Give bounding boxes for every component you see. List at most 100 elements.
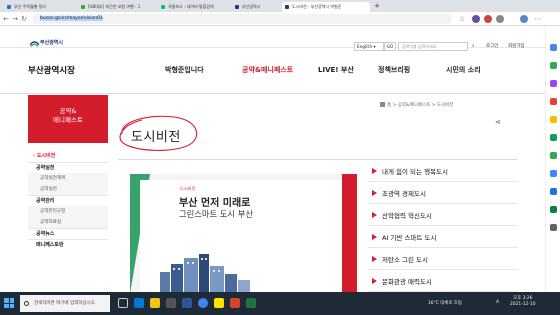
side-panel-add-icon[interactable] — [550, 224, 557, 231]
vision-item[interactable]: 저탄소 그린 도시 — [368, 248, 518, 270]
browser-tab-4[interactable]: 부산광역시 — [232, 2, 280, 12]
arrow-right-icon — [372, 234, 377, 240]
clock-date: 2021-12-10 — [510, 302, 536, 307]
taskbar-search-input[interactable]: 검색하려면 여기에 입력하십시오. — [20, 295, 110, 312]
side-menu-title-line: 매니페스토 — [53, 116, 83, 124]
taskbar-clock[interactable]: 오후 3:26 2021-12-10 — [510, 296, 536, 308]
side-submenu-item[interactable]: 공약실천계획 — [28, 173, 108, 184]
browser-tab-2[interactable]: [UB대부] 피곤한 보험 여행 - 1 — [78, 2, 156, 12]
vision-banner: 도시비전 부산 먼저 미래로 그린스마트 도시 부산 — [130, 174, 357, 292]
arrow-right-icon — [372, 278, 377, 284]
profile-avatar[interactable] — [520, 15, 528, 23]
side-submenu: 공약관리규정 공약자료실 — [28, 206, 108, 228]
vision-item-label: 초광역 경제도시 — [382, 190, 426, 198]
tab-favicon-icon — [285, 5, 289, 9]
side-panel-app-icon[interactable] — [550, 98, 557, 105]
vision-item[interactable]: 초광역 경제도시 — [368, 182, 518, 204]
nav-item-live[interactable]: LIVE! 부산 — [318, 65, 354, 75]
ime-indicator[interactable]: A — [496, 300, 499, 305]
site-logo-text[interactable]: 부산광역시 — [40, 39, 63, 46]
forward-icon[interactable]: → — [11, 15, 19, 23]
side-panel-app-icon[interactable] — [550, 116, 557, 123]
address-bar: ← → ↻ busan.go.kr/mayor/vision01 ☆ ⋯ — [0, 12, 560, 26]
vision-item[interactable]: 문화관광 매력도시 — [368, 270, 518, 292]
reload-icon[interactable]: ↻ — [20, 15, 28, 23]
vision-list: 내게 힘이 되는 행복도시 초광역 경제도시 산학협력 혁신도시 AI 기반 스… — [368, 160, 518, 292]
side-menu-item[interactable]: 매니페스토란 — [28, 239, 108, 250]
vision-item-label: 문화관광 매력도시 — [382, 278, 432, 286]
utility-bar: 부산광역시 English ▾ GO 검색어를 입력하세요 ⌕ 로그인 회원가입 — [0, 26, 545, 51]
arrow-right-icon — [372, 190, 377, 196]
vision-item[interactable]: 내게 힘이 되는 행복도시 — [368, 160, 518, 182]
nav-item-briefing[interactable]: 정책브리핑 — [378, 65, 410, 75]
website: 부산광역시 English ▾ GO 검색어를 입력하세요 ⌕ 로그인 회원가입… — [0, 26, 545, 292]
windows-start-icon[interactable] — [4, 298, 14, 308]
side-submenu-item[interactable]: 공약관리규정 — [28, 206, 108, 217]
tab-label: 곡물보고 - 네이버 통합검색 — [168, 4, 214, 9]
file-explorer-icon[interactable] — [150, 298, 160, 308]
side-panel-app-icon[interactable] — [550, 206, 557, 213]
busan-logo-icon[interactable] — [30, 39, 39, 47]
back-icon[interactable]: ← — [2, 15, 10, 23]
bookmark-star-icon[interactable]: ☆ — [458, 15, 466, 23]
side-panel-app-icon[interactable] — [550, 152, 557, 159]
side-menu-item-label: 도시비전 — [36, 153, 56, 159]
windows-taskbar: 검색하려면 여기에 입력하십시오. 16°C 대체로 흐림 A 오후 3:26 … — [0, 292, 560, 315]
excel-icon[interactable] — [246, 298, 256, 308]
side-panel-app-icon[interactable] — [550, 134, 557, 141]
edge-browser-icon[interactable] — [134, 298, 144, 308]
browser-side-panel — [545, 26, 560, 292]
menu-dots-icon[interactable]: ⋯ — [534, 15, 542, 23]
breadcrumb-text: 홈 > 공약&매니페스토 > 도시비전 — [387, 103, 454, 108]
nav-item-voice[interactable]: 시민의 소리 — [446, 65, 481, 75]
side-menu-item[interactable]: › 도시비전 — [28, 151, 108, 162]
store-icon[interactable] — [166, 298, 176, 308]
nav-item-pledges[interactable]: 공약&매니페스토 — [242, 65, 293, 75]
browser-tab-active[interactable]: 도시비전 - 부산광역시 박형준 — [282, 2, 370, 12]
side-submenu-item[interactable]: 공약자료실 — [28, 217, 108, 228]
share-icon[interactable]: ⋖ — [495, 118, 501, 126]
site-title[interactable]: 부산광역시장 — [28, 64, 75, 76]
banner-subheadline: 그린스마트 도시 부산 — [179, 209, 253, 219]
vision-item-label: 내게 힘이 되는 행복도시 — [382, 168, 448, 176]
nav-item-intro[interactable]: 박형준입니다 — [165, 65, 204, 75]
main-navigation: 부산광역시장 박형준입니다 공약&매니페스토 LIVE! 부산 정책브리핑 시민… — [0, 48, 545, 94]
side-menu-title-line: 공약& — [59, 107, 77, 115]
banner-red-bar — [342, 174, 357, 292]
arrow-right-icon — [372, 168, 377, 174]
task-view-icon[interactable] — [118, 298, 128, 308]
url-field[interactable]: busan.go.kr/mayor/vision01 — [32, 14, 452, 24]
weather-status[interactable]: 16°C 대체로 흐림 — [428, 300, 462, 306]
browser-tab-1[interactable]: 부산 주력월별 정리 — [4, 2, 76, 12]
extensions-puzzle-icon[interactable] — [496, 15, 504, 23]
city-skyline-illustration — [160, 254, 250, 292]
home-icon[interactable] — [380, 102, 385, 107]
vision-item-label: 저탄소 그린 도시 — [382, 256, 428, 264]
side-panel-app-icon[interactable] — [550, 188, 557, 195]
side-submenu-item[interactable]: 공약실천 — [28, 184, 108, 195]
banner-headline: 부산 먼저 미래로 — [179, 198, 251, 209]
side-panel-app-icon[interactable] — [550, 44, 557, 51]
powerpoint-icon[interactable] — [230, 298, 240, 308]
chrome-icon[interactable] — [198, 298, 208, 308]
new-tab-icon[interactable]: + — [373, 2, 381, 10]
extension-icon[interactable] — [484, 15, 492, 23]
kakaotalk-icon[interactable] — [214, 298, 224, 308]
vision-item[interactable]: AI 기반 스마트 도시 — [368, 226, 518, 248]
side-panel-app-icon[interactable] — [550, 62, 557, 69]
tab-label: 도시비전 - 부산광역시 박형준 — [292, 4, 342, 9]
banner-label: 도시비전 — [180, 186, 196, 191]
side-panel-app-icon[interactable] — [550, 80, 557, 87]
word-icon[interactable] — [182, 298, 192, 308]
vision-item[interactable]: 산학협력 혁신도시 — [368, 204, 518, 226]
side-menu-item[interactable]: 공약관리 — [28, 195, 108, 206]
breadcrumb: 홈 > 공약&매니페스토 > 도시비전 — [380, 102, 453, 108]
arrow-right-icon — [372, 256, 377, 262]
taskbar-search-placeholder: 검색하려면 여기에 입력하십시오. — [34, 301, 97, 306]
side-menu-item[interactable]: 공약뉴스 — [28, 228, 108, 239]
side-menu-item[interactable]: 공약실천 — [28, 162, 108, 173]
side-panel-app-icon[interactable] — [550, 170, 557, 177]
browser-tab-3[interactable]: 곡물보고 - 네이버 통합검색 — [158, 2, 230, 12]
tab-favicon-icon — [235, 5, 239, 9]
extension-icon[interactable] — [472, 15, 480, 23]
